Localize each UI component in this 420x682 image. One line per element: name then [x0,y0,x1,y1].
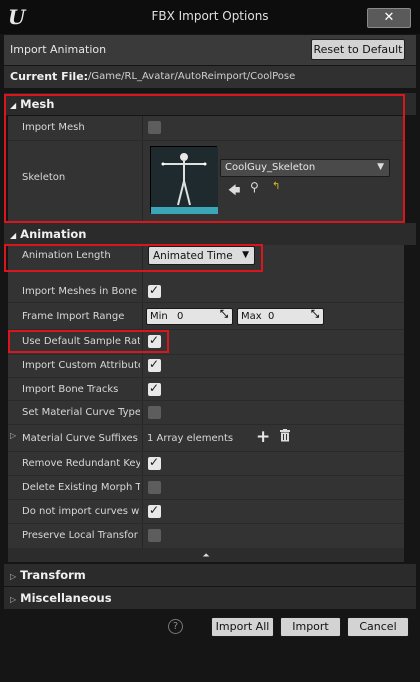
window-title: FBX Import Options [151,9,269,23]
max-value: 0 [268,311,275,322]
section-animation-title: Animation [20,227,87,241]
delete-trash-icon[interactable] [279,429,291,442]
row-separator [8,451,404,452]
animation-length-highlight-box [4,244,263,272]
import-meshes-in-bone-hierarchy-label: Import Meshes in Bone H [22,286,140,297]
sample-rate-highlight-box [8,330,169,353]
delete-existing-morph-target-curves-checkbox[interactable] [148,481,161,494]
expanded-arrow-icon: ◢ [10,231,17,240]
delete-existing-morph-target-curves-label: Delete Existing Morph Ta [22,482,140,493]
close-button[interactable]: ✕ [367,8,411,28]
section-transform-title: Transform [20,568,86,582]
import-bone-tracks-label: Import Bone Tracks [22,384,119,395]
import-all-button[interactable]: Import All [211,617,274,637]
remove-redundant-keys-checkbox[interactable] [148,455,161,470]
preserve-local-transform-label: Preserve Local Transfor [22,530,138,541]
max-label: Max [241,311,262,322]
section-miscellaneous-header[interactable]: ▷ Miscellaneous [4,587,416,609]
frame-range-min-input[interactable]: Min 0 ⤡ [146,308,233,325]
advanced-toggle-bar[interactable]: ⏶ [8,548,404,562]
row-separator [8,302,404,303]
collapse-up-arrow-icon: ⏶ [202,551,210,561]
row-separator [8,400,404,401]
section-miscellaneous-title: Miscellaneous [20,591,112,605]
frame-import-range-label: Frame Import Range [22,311,125,322]
preserve-local-transform-checkbox[interactable] [148,529,161,542]
row-separator [8,424,404,425]
set-material-curve-type-label: Set Material Curve Type [22,407,140,418]
current-file-label: Current File: [10,70,89,83]
current-file-path: /Game/RL_Avatar/AutoReimport/CoolPose [88,71,296,82]
min-value: 0 [177,311,184,322]
import-meshes-in-bone-hierarchy-checkbox[interactable] [148,283,161,298]
collapsed-arrow-icon[interactable]: ▷ [10,431,16,440]
row-separator [8,354,404,355]
cancel-button[interactable]: Cancel [347,617,409,637]
import-custom-attribute-label: Import Custom Attribute [22,360,140,371]
column-divider [142,245,143,548]
import-type-label: Import Animation [10,43,107,56]
row-separator [8,475,404,476]
row-separator [8,377,404,378]
material-curve-suffixes-label: Material Curve Suffixes [22,433,138,444]
set-material-curve-type-checkbox[interactable] [148,406,161,419]
help-question-icon[interactable]: ? [168,619,183,634]
section-animation-header[interactable]: ◢ Animation [4,223,416,245]
add-element-plus-icon[interactable]: + [256,427,270,447]
min-label: Min [150,311,168,322]
drag-resize-icon: ⤡ [311,309,319,320]
array-elements-count: 1 Array elements [147,433,234,444]
remove-redundant-keys-label: Remove Redundant Keys [22,458,140,469]
collapsed-arrow-icon: ▷ [10,572,17,581]
do-not-import-curves-label: Do not import curves wit [22,506,140,517]
row-separator [8,499,404,500]
collapsed-arrow-icon: ▷ [10,595,17,604]
unreal-logo-icon: U [8,5,26,29]
import-bone-tracks-checkbox[interactable] [148,381,161,396]
reset-to-default-button[interactable]: Reset to Default [311,39,405,60]
import-button[interactable]: Import [280,617,341,637]
section-transform-header[interactable]: ▷ Transform [4,564,416,586]
mesh-highlight-box [4,94,405,223]
do-not-import-curves-checkbox[interactable] [148,503,161,518]
row-separator [8,523,404,524]
frame-range-max-input[interactable]: Max 0 ⤡ [237,308,324,325]
drag-resize-icon: ⤡ [220,309,228,320]
import-custom-attribute-checkbox[interactable] [148,357,161,372]
